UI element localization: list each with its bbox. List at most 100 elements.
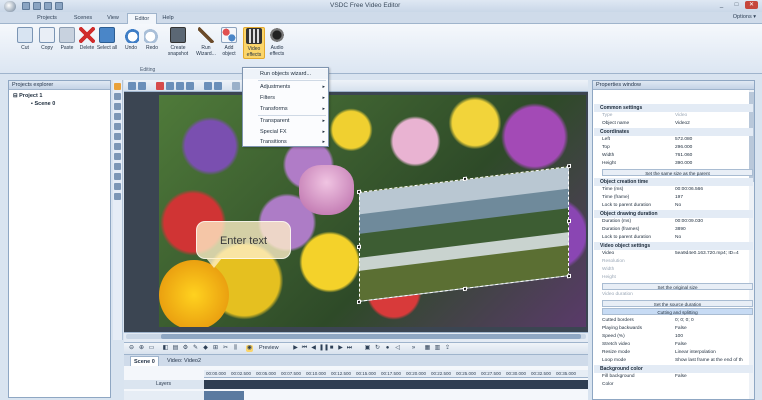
prop-object-name[interactable]: Object name Video2 (593, 120, 754, 128)
prop-value[interactable]: Linear interpolation (675, 349, 753, 357)
prop-value[interactable]: False (675, 325, 753, 333)
pointer-tool-icon[interactable] (114, 83, 121, 90)
menu-item-special-fx[interactable]: Special FX ▸ (243, 127, 328, 137)
app-logo-icon[interactable] (4, 0, 16, 12)
prop-fill-background[interactable]: Fill background False (593, 373, 754, 381)
redo-button[interactable]: Redo (141, 27, 163, 51)
audio-tool-icon[interactable] (114, 153, 121, 160)
sprite-tool-icon[interactable] (114, 173, 121, 180)
go-start-icon[interactable]: ⏮ (301, 345, 308, 352)
save-icon[interactable] (44, 2, 52, 10)
group-icon[interactable] (204, 82, 212, 90)
resize-handle[interactable] (463, 176, 467, 182)
tools-icon[interactable]: ✎ (192, 345, 199, 352)
prop-value[interactable]: Show last frame at the end of th (675, 357, 753, 365)
render-icon[interactable]: ▥ (434, 345, 441, 352)
prop-loop-mode[interactable]: Loop mode Show last frame at the end of t… (593, 357, 754, 365)
go-end-icon[interactable]: ⏭ (346, 345, 353, 352)
section-video-object-settings[interactable]: Video object settings (594, 242, 753, 250)
speech-bubble-text-object[interactable]: Enter text (196, 221, 291, 259)
prop-value[interactable]: No (675, 234, 753, 242)
music-tool-icon[interactable] (114, 183, 121, 190)
close-button[interactable]: ✕ (745, 1, 758, 9)
stop-icon[interactable]: ■ (328, 345, 335, 352)
audio-effects-button[interactable]: Audio effects (266, 27, 288, 57)
prop-duration-frames[interactable]: Duration (frames) 3890 (593, 226, 754, 234)
prop-cutted-borders[interactable]: Cutted borders 0; 0; 0; 0 (593, 317, 754, 325)
speed-icon[interactable]: » (410, 345, 417, 352)
new-icon[interactable] (22, 2, 30, 10)
loop-icon[interactable]: ↻ (374, 345, 381, 352)
record-icon[interactable]: ● (384, 345, 391, 352)
resize-handle[interactable] (463, 286, 467, 292)
create-snapshot-button[interactable]: Create snapshot (167, 27, 189, 57)
text-tool-icon[interactable] (114, 93, 121, 100)
marker-icon[interactable]: ◆ (202, 345, 209, 352)
cut-tool-icon[interactable]: ✂ (222, 345, 229, 352)
split-icon[interactable]: ⫼ (232, 345, 239, 352)
prop-time-frame[interactable]: Time (frame) 197 (593, 194, 754, 202)
prop-speed[interactable]: Speed (%) 100 (593, 333, 754, 341)
prop-value[interactable]: 0; 0; 0; 0 (675, 317, 753, 325)
prop-value[interactable]: 761.060 (675, 152, 753, 160)
prop-value[interactable]: 5ea9d4e0.163.720.mp4; ID=4 (675, 250, 753, 258)
prop-resize-mode[interactable]: Resize mode Linear interpolation (593, 349, 754, 357)
menu-item-transitions[interactable]: Transitions ▸ (243, 137, 328, 147)
prop-playing-backwards[interactable]: Playing backwards False (593, 325, 754, 333)
scene-undo-icon[interactable] (128, 82, 136, 90)
prop-left[interactable]: Left 572.080 (593, 136, 754, 144)
menu-item-filters[interactable]: Filters ▸ (243, 93, 328, 103)
scrollbar-thumb[interactable] (161, 334, 581, 339)
prop-video[interactable]: Video 5ea9d4e0.163.720.mp4; ID=4 (593, 250, 754, 258)
canvas-horizontal-scrollbar[interactable] (126, 334, 586, 339)
prop-value[interactable]: No (675, 202, 753, 210)
step-back-icon[interactable]: ◀ (310, 345, 317, 352)
bring-forward-icon[interactable] (176, 82, 184, 90)
copy-button[interactable]: Copy (36, 27, 58, 51)
prop-value[interactable]: 197 (675, 194, 753, 202)
zoom-tool-icon[interactable] (114, 193, 121, 200)
prop-value[interactable]: 3890 (675, 226, 753, 234)
tab-projects[interactable]: Projects (30, 13, 64, 24)
settings-icon[interactable]: ⚙ (182, 345, 189, 352)
preview-label[interactable]: Preview (259, 345, 279, 351)
menu-item-transparent[interactable]: Transparent ▸ (243, 116, 328, 126)
menu-item-transforms[interactable]: Transforms ▸ (243, 104, 328, 114)
resize-handle[interactable] (567, 163, 571, 169)
line-tool-icon[interactable] (114, 103, 121, 110)
run-wizard-button[interactable]: Run Wizard... (195, 27, 217, 57)
section-common-settings[interactable]: Common settings (594, 104, 753, 112)
prop-value[interactable]: 100 (675, 333, 753, 341)
prop-value[interactable]: 00:00:06.566 (675, 186, 753, 194)
layout-icon[interactable]: ▤ (172, 345, 179, 352)
align-icon[interactable] (156, 82, 164, 90)
tab-scenes[interactable]: Scenes (66, 13, 100, 24)
video-tool-icon[interactable] (114, 143, 121, 150)
undo-icon[interactable] (55, 2, 63, 10)
section-background-color[interactable]: Background color (594, 365, 753, 373)
tab-view[interactable]: View (100, 13, 126, 24)
fullscreen-icon[interactable]: ▣ (364, 345, 371, 352)
prop-value[interactable]: 00:00:09.030 (675, 218, 753, 226)
prop-value[interactable]: 572.080 (675, 136, 753, 144)
resize-handle[interactable] (357, 244, 361, 250)
chart-tool-icon[interactable] (114, 163, 121, 170)
prop-height[interactable]: Height 390.000 (593, 160, 754, 168)
zoom-in-icon[interactable]: ⊕ (138, 345, 145, 352)
prop-width[interactable]: Width 761.060 (593, 152, 754, 160)
preview-settings-icon[interactable]: ▦ (424, 345, 431, 352)
prop-duration-ms[interactable]: Duration (ms) 00:00:09.030 (593, 218, 754, 226)
section-coordinates[interactable]: Coordinates (594, 128, 753, 136)
minimize-button[interactable]: _ (715, 1, 728, 9)
link-icon[interactable]: ⊞ (212, 345, 219, 352)
step-forward-icon[interactable]: ▶ (337, 345, 344, 352)
tab-help[interactable]: Help (157, 13, 179, 24)
prop-top[interactable]: Top 296.000 (593, 144, 754, 152)
video-object[interactable] (357, 163, 571, 305)
ellipse-tool-icon[interactable] (114, 123, 121, 130)
tree-item-scene[interactable]: ▪ Scene 0 (31, 101, 55, 107)
volume-icon[interactable]: ◁ (394, 345, 401, 352)
prop-value[interactable]: Video2 (675, 120, 753, 128)
select-all-button[interactable]: Select all (96, 27, 118, 51)
resize-handle[interactable] (567, 273, 571, 279)
